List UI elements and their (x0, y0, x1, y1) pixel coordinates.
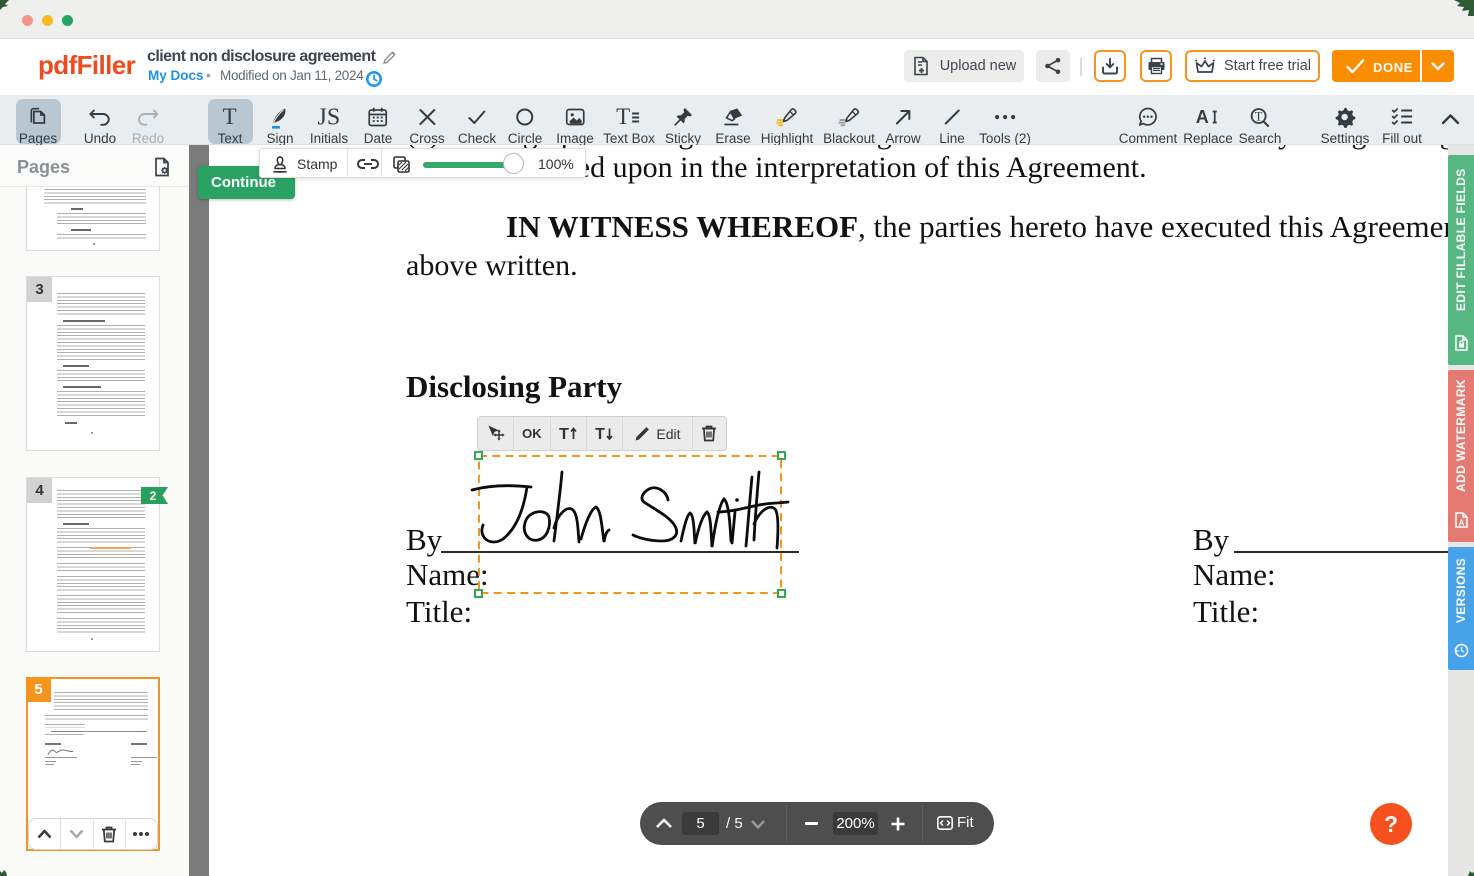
svg-text:T: T (616, 105, 630, 129)
svg-text:T: T (223, 105, 237, 129)
svg-text:JS: JS (318, 105, 341, 129)
svg-text:T: T (559, 426, 569, 442)
svg-text:A: A (1459, 519, 1465, 528)
svg-text:T: T (596, 426, 606, 442)
svg-text:A: A (1196, 107, 1209, 127)
svg-text:2: 2 (150, 489, 157, 503)
svg-text:T: T (1255, 110, 1263, 124)
